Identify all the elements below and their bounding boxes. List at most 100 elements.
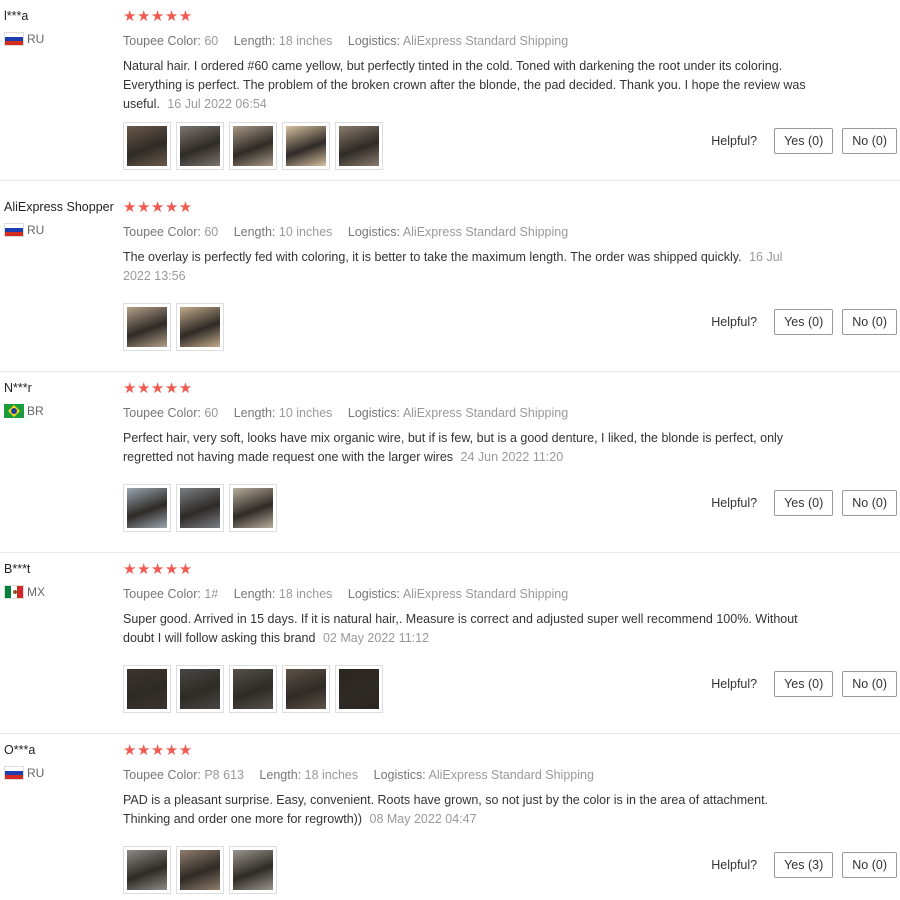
review-photo bbox=[180, 669, 220, 709]
review-photo-thumbnail[interactable] bbox=[123, 665, 171, 713]
review-photo-thumbnail[interactable] bbox=[123, 846, 171, 894]
review-photo bbox=[127, 307, 167, 347]
review-photo bbox=[127, 488, 167, 528]
review-attributes: Toupee Color: 60 Length: 10 inches Logis… bbox=[123, 224, 803, 240]
helpful-yes-button[interactable]: Yes (3) bbox=[774, 852, 834, 878]
helpful-label: Helpful? bbox=[711, 315, 758, 329]
review-item: O***a RU ★★★★★ Toupee Color: P8 613 Leng… bbox=[0, 734, 900, 900]
helpful-votes: Helpful? Yes (0) No (0) bbox=[711, 128, 897, 154]
country-code: RU bbox=[27, 766, 45, 780]
review-photo bbox=[339, 669, 379, 709]
helpful-yes-button[interactable]: Yes (0) bbox=[774, 309, 834, 335]
review-photo-thumbnail[interactable] bbox=[176, 484, 224, 532]
reviewer-info: N***r BR bbox=[4, 380, 120, 418]
logistics-label: Logistics: bbox=[373, 768, 426, 782]
country-flag-icon bbox=[4, 223, 24, 237]
review-photo-thumbnail[interactable] bbox=[229, 122, 277, 170]
review-photo-thumbnail[interactable] bbox=[176, 303, 224, 351]
helpful-no-button[interactable]: No (0) bbox=[842, 671, 897, 697]
logistics-value: AliExpress Standard Shipping bbox=[402, 587, 569, 601]
reviewer-info: AliExpress Shopper RU bbox=[4, 199, 120, 237]
review-photos bbox=[123, 846, 277, 894]
review-text: Super good. Arrived in 15 days. If it is… bbox=[123, 610, 813, 648]
length-value: 18 inches bbox=[278, 587, 333, 601]
helpful-no-button[interactable]: No (0) bbox=[842, 128, 897, 154]
length-label: Length: bbox=[259, 768, 302, 782]
review-photo-thumbnail[interactable] bbox=[335, 665, 383, 713]
reviewer-country: RU bbox=[4, 223, 120, 237]
star-rating-icon: ★★★★★ bbox=[123, 742, 193, 759]
length-label: Length: bbox=[233, 225, 276, 239]
review-photo-thumbnail[interactable] bbox=[123, 303, 171, 351]
review-photo bbox=[180, 126, 220, 166]
country-flag-icon bbox=[4, 766, 24, 780]
review-photo bbox=[339, 126, 379, 166]
length-value: 10 inches bbox=[278, 225, 333, 239]
review-photo-thumbnail[interactable] bbox=[229, 846, 277, 894]
reviewer-info: l***a RU bbox=[4, 8, 120, 46]
review-photo-thumbnail[interactable] bbox=[282, 665, 330, 713]
helpful-no-button[interactable]: No (0) bbox=[842, 309, 897, 335]
logistics-value: AliExpress Standard Shipping bbox=[402, 34, 569, 48]
reviewer-country: MX bbox=[4, 585, 120, 599]
review-item: AliExpress Shopper RU ★★★★★ Toupee Color… bbox=[0, 191, 900, 372]
review-attributes: Toupee Color: 60 Length: 10 inches Logis… bbox=[123, 405, 803, 421]
reviewer-country: BR bbox=[4, 404, 120, 418]
helpful-yes-button[interactable]: Yes (0) bbox=[774, 128, 834, 154]
review-photo-thumbnail[interactable] bbox=[282, 122, 330, 170]
reviewer-country: RU bbox=[4, 766, 120, 780]
helpful-votes: Helpful? Yes (0) No (0) bbox=[711, 490, 897, 516]
review-photo-thumbnail[interactable] bbox=[229, 484, 277, 532]
review-photo-thumbnail[interactable] bbox=[229, 665, 277, 713]
reviewer-name: O***a bbox=[4, 743, 36, 757]
review-photo bbox=[180, 488, 220, 528]
star-rating-icon: ★★★★★ bbox=[123, 8, 193, 25]
review-photo-thumbnail[interactable] bbox=[176, 665, 224, 713]
reviewer-name: B***t bbox=[4, 562, 31, 576]
review-photo-thumbnail[interactable] bbox=[123, 484, 171, 532]
toupee-color-value: 60 bbox=[204, 34, 219, 48]
review-photo bbox=[233, 126, 273, 166]
review-photo-thumbnail[interactable] bbox=[176, 846, 224, 894]
toupee-color-value: 60 bbox=[204, 406, 219, 420]
reviewer-country: RU bbox=[4, 32, 120, 46]
review-photo bbox=[127, 669, 167, 709]
country-code: BR bbox=[27, 404, 44, 418]
review-photo bbox=[127, 850, 167, 890]
review-attributes: Toupee Color: 60 Length: 18 inches Logis… bbox=[123, 33, 803, 49]
review-photo-thumbnail[interactable] bbox=[123, 122, 171, 170]
helpful-no-button[interactable]: No (0) bbox=[842, 490, 897, 516]
helpful-no-button[interactable]: No (0) bbox=[842, 852, 897, 878]
review-text: Perfect hair, very soft, looks have mix … bbox=[123, 429, 813, 467]
logistics-value: AliExpress Standard Shipping bbox=[402, 406, 569, 420]
star-rating-icon: ★★★★★ bbox=[123, 199, 193, 216]
review-content: The overlay is perfectly fed with colori… bbox=[123, 250, 742, 264]
review-content: Perfect hair, very soft, looks have mix … bbox=[123, 431, 784, 464]
logistics-label: Logistics: bbox=[347, 225, 401, 239]
review-content: Super good. Arrived in 15 days. If it is… bbox=[123, 612, 798, 645]
review-photo bbox=[286, 669, 326, 709]
review-date: 08 May 2022 04:47 bbox=[369, 812, 477, 826]
review-body: ★★★★★ Toupee Color: 1# Length: 18 inches… bbox=[123, 561, 803, 648]
review-item: B***t MX ★★★★★ Toupee Color: 1# Length: … bbox=[0, 553, 900, 734]
review-date: 02 May 2022 11:12 bbox=[322, 631, 430, 645]
helpful-label: Helpful? bbox=[711, 134, 758, 148]
country-flag-icon bbox=[4, 32, 24, 46]
review-photo-thumbnail[interactable] bbox=[335, 122, 383, 170]
logistics-label: Logistics: bbox=[347, 34, 401, 48]
country-flag-icon bbox=[4, 404, 24, 418]
country-flag-icon bbox=[4, 585, 24, 599]
helpful-yes-button[interactable]: Yes (0) bbox=[774, 490, 834, 516]
review-date: 16 Jul 2022 06:54 bbox=[167, 97, 267, 111]
review-photo-thumbnail[interactable] bbox=[176, 122, 224, 170]
helpful-yes-button[interactable]: Yes (0) bbox=[774, 671, 834, 697]
reviewer-name: l***a bbox=[4, 9, 29, 23]
length-label: Length: bbox=[233, 406, 276, 420]
logistics-label: Logistics: bbox=[347, 406, 401, 420]
review-photo bbox=[180, 307, 220, 347]
review-photo bbox=[233, 850, 273, 890]
reviewer-name: AliExpress Shopper bbox=[4, 200, 114, 214]
review-photo bbox=[233, 488, 273, 528]
helpful-label: Helpful? bbox=[711, 677, 758, 691]
review-photo bbox=[127, 126, 167, 166]
